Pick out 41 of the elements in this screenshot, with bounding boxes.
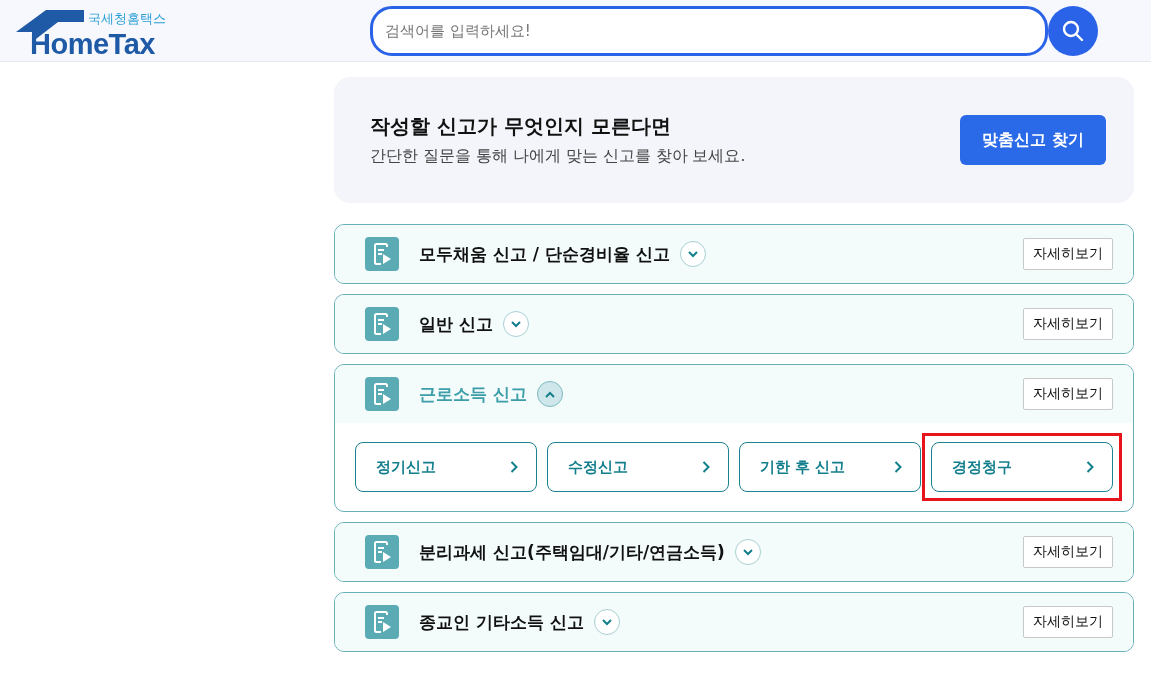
document-icon bbox=[365, 535, 399, 569]
section-title[interactable]: 모두채움 신고 / 단순경비율 신고 bbox=[419, 242, 670, 266]
expand-toggle[interactable] bbox=[734, 539, 761, 565]
expand-toggle[interactable] bbox=[679, 241, 706, 267]
banner-title: 작성할 신고가 무엇인지 모른다면 bbox=[370, 113, 672, 140]
document-icon bbox=[365, 237, 399, 271]
expand-toggle[interactable] bbox=[536, 381, 563, 407]
report-type-button[interactable]: 경정청구 bbox=[931, 442, 1113, 492]
section-title[interactable]: 일반 신고 bbox=[419, 312, 493, 336]
hometax-logo[interactable]: 국세청홈택스 HomeTax bbox=[14, 3, 184, 58]
logo-text: HomeTax bbox=[30, 27, 155, 61]
banner-subtitle: 간단한 질문을 통해 나에게 맞는 신고를 찾아 보세요. bbox=[370, 146, 747, 167]
detail-button[interactable]: 자세히보기 bbox=[1023, 378, 1113, 410]
chevron-down-icon bbox=[601, 618, 612, 626]
chevron-up-icon bbox=[544, 390, 555, 398]
document-icon bbox=[365, 307, 399, 341]
chevron-right-icon bbox=[702, 461, 710, 473]
custom-report-button[interactable]: 맞춤신고 찾기 bbox=[960, 115, 1106, 165]
detail-button[interactable]: 자세히보기 bbox=[1023, 238, 1113, 270]
search-field[interactable]: 검색어를 입력하세요! bbox=[370, 5, 1048, 56]
report-type-button[interactable]: 기한 후 신고 bbox=[739, 442, 921, 492]
chevron-down-icon bbox=[742, 548, 753, 556]
chevron-right-icon bbox=[1086, 461, 1094, 473]
search-icon bbox=[1061, 18, 1085, 43]
chevron-right-icon bbox=[894, 461, 902, 473]
search-button[interactable] bbox=[1048, 5, 1098, 56]
detail-button[interactable]: 자세히보기 bbox=[1023, 606, 1113, 638]
chevron-right-icon bbox=[510, 461, 518, 473]
logo-subtitle: 국세청홈택스 bbox=[88, 9, 166, 28]
document-icon bbox=[365, 605, 399, 639]
detail-button[interactable]: 자세히보기 bbox=[1023, 308, 1113, 340]
section-title[interactable]: 분리과세 신고(주택임대/기타/연금소득) bbox=[419, 540, 725, 564]
detail-button[interactable]: 자세히보기 bbox=[1023, 536, 1113, 568]
report-type-button[interactable]: 수정신고 bbox=[547, 442, 729, 492]
chevron-down-icon bbox=[687, 250, 698, 258]
expand-toggle[interactable] bbox=[502, 311, 529, 337]
section-title[interactable]: 종교인 기타소득 신고 bbox=[419, 610, 584, 634]
expand-toggle[interactable] bbox=[593, 609, 620, 635]
chevron-down-icon bbox=[510, 320, 521, 328]
report-type-button[interactable]: 정기신고 bbox=[355, 442, 537, 492]
document-icon bbox=[365, 377, 399, 411]
